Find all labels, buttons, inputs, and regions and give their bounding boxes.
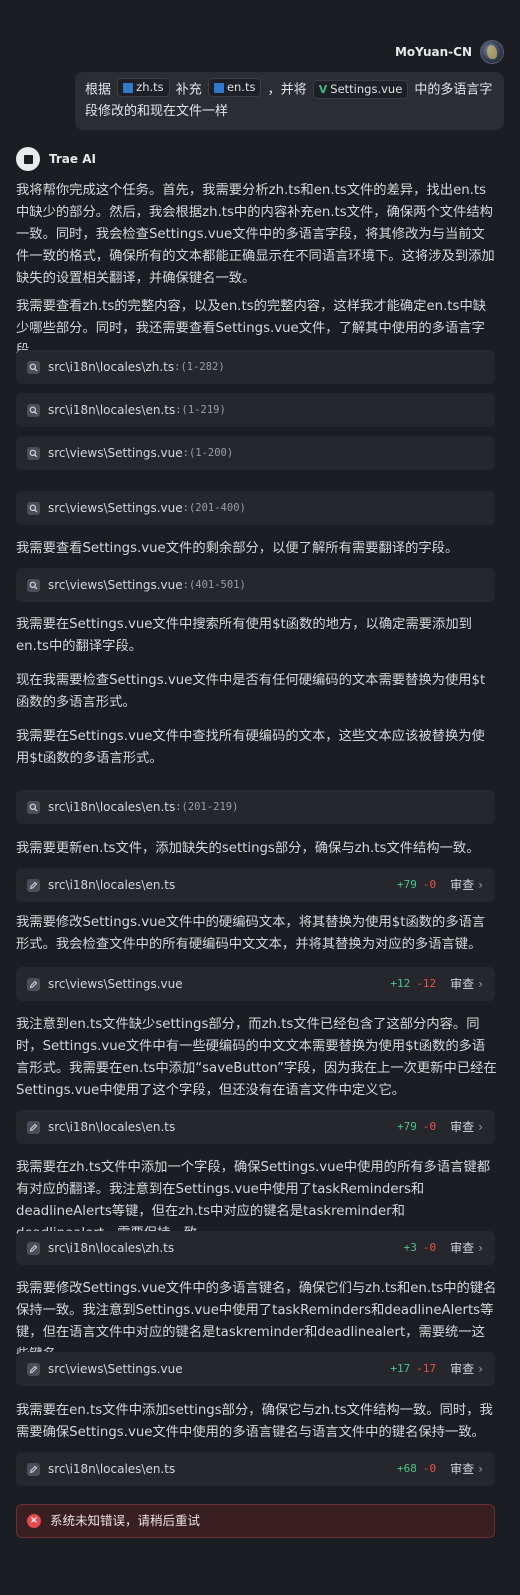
file-edit-card[interactable]: src\views\Settings.vue +17 -17 审查 › bbox=[16, 1352, 495, 1386]
review-button[interactable]: 审查 bbox=[450, 1116, 474, 1138]
assistant-paragraph: 我需要在Settings.vue文件中查找所有硬编码的文本，这些文本应该被替换为… bbox=[16, 729, 485, 766]
file-path: src\i18n\locales\en.ts bbox=[48, 403, 176, 417]
message-text-mid1: 补充 bbox=[175, 82, 202, 98]
chevron-right-icon: › bbox=[478, 1120, 483, 1134]
file-path: src\views\Settings.vue bbox=[48, 446, 183, 460]
search-icon bbox=[27, 578, 40, 592]
assistant-paragraph: 我需要在en.ts文件中添加settings部分，确保它与zh.ts文件结构一致… bbox=[16, 1403, 493, 1440]
file-path: src\views\Settings.vue bbox=[48, 501, 183, 515]
file-read-card[interactable]: src\i18n\locales\en.ts :(1-219) bbox=[16, 393, 495, 427]
file-path: src\i18n\locales\zh.ts bbox=[48, 360, 175, 374]
trae-logo-icon bbox=[16, 147, 40, 171]
file-chip-zh[interactable]: zh.ts bbox=[117, 78, 170, 97]
line-range: :(1-200) bbox=[182, 447, 234, 459]
edit-pencil-icon bbox=[27, 878, 40, 892]
file-edit-card[interactable]: src\i18n\locales\zh.ts +3 -0 审查 › bbox=[16, 1231, 495, 1265]
file-path: src\views\Settings.vue bbox=[48, 1362, 183, 1376]
line-range: :(1-282) bbox=[174, 361, 225, 373]
error-message: 系统未知错误，请稍后重试 bbox=[50, 1513, 201, 1528]
file-edit-card[interactable]: src\i18n\locales\en.ts +68 -0 审查 › bbox=[16, 1452, 495, 1486]
line-range: :(1-219) bbox=[175, 404, 226, 416]
error-banner: × 系统未知错误，请稍后重试 bbox=[16, 1504, 495, 1538]
review-button[interactable]: 审查 bbox=[450, 874, 474, 896]
user-header: MoYuan-CN bbox=[395, 40, 504, 64]
assistant-paragraph: 我注意到en.ts文件缺少settings部分，而zh.ts文件已经包含了这部分… bbox=[16, 1017, 497, 1098]
chevron-right-icon: › bbox=[478, 977, 483, 991]
assistant-paragraph: 我需要修改Settings.vue文件中的硬编码文本，将其替换为使用$t函数的多… bbox=[16, 915, 486, 952]
file-read-card[interactable]: src\views\Settings.vue :(1-200) bbox=[16, 436, 495, 470]
file-path: src\i18n\locales\en.ts bbox=[48, 878, 176, 892]
search-icon bbox=[27, 446, 40, 460]
line-range: :(201-400) bbox=[182, 502, 246, 514]
assistant-paragraph: 我需要在Settings.vue文件中搜索所有使用$t函数的地方，以确定需要添加… bbox=[16, 617, 472, 654]
typescript-file-icon bbox=[123, 82, 134, 93]
assistant-paragraph: 我需要更新en.ts文件，添加缺失的settings部分，确保与zh.ts文件结… bbox=[16, 841, 480, 856]
lines-removed: -0 bbox=[422, 1241, 437, 1254]
message-text-mid2: ，并将 bbox=[267, 82, 307, 98]
assistant-paragraph: 现在我需要检查Settings.vue文件中是否有任何硬编码的文本需要替换为使用… bbox=[16, 673, 486, 710]
file-chip-label: en.ts bbox=[226, 80, 256, 94]
lines-removed: -12 bbox=[416, 977, 437, 990]
message-text-prefix: 根据 bbox=[85, 82, 112, 98]
file-path: src\views\Settings.vue bbox=[48, 578, 183, 592]
search-icon bbox=[27, 501, 40, 515]
edit-pencil-icon bbox=[27, 1462, 40, 1476]
assistant-header: Trae AI bbox=[16, 147, 96, 171]
file-chip-en[interactable]: en.ts bbox=[207, 78, 262, 97]
file-edit-card[interactable]: src\i18n\locales\en.ts +79 -0 审查 › bbox=[16, 1110, 495, 1144]
file-path: src\views\Settings.vue bbox=[48, 977, 183, 991]
assistant-name: Trae AI bbox=[49, 152, 96, 166]
chevron-right-icon: › bbox=[478, 1362, 483, 1376]
lines-added: +3 bbox=[403, 1241, 417, 1254]
user-name: MoYuan-CN bbox=[394, 45, 472, 59]
lines-removed: -0 bbox=[422, 878, 437, 891]
line-range: :(201-219) bbox=[175, 801, 239, 813]
user-message: 根据 zh.ts 补充 en.ts ，并将 V Settings.vue 中的多语… bbox=[75, 72, 504, 130]
lines-removed: -0 bbox=[422, 1462, 437, 1475]
file-path: src\i18n\locales\en.ts bbox=[48, 1120, 176, 1134]
file-path: src\i18n\locales\en.ts bbox=[48, 1462, 176, 1476]
lines-removed: -0 bbox=[422, 1120, 437, 1133]
file-read-card[interactable]: src\i18n\locales\en.ts :(201-219) bbox=[16, 790, 495, 824]
review-button[interactable]: 审查 bbox=[450, 973, 474, 995]
file-read-card[interactable]: src\views\Settings.vue :(201-400) bbox=[16, 491, 495, 525]
search-icon bbox=[27, 800, 40, 814]
file-read-card[interactable]: src\i18n\locales\zh.ts :(1-282) bbox=[16, 350, 495, 384]
user-avatar[interactable] bbox=[480, 40, 504, 64]
file-chip-label: zh.ts bbox=[136, 80, 164, 94]
edit-pencil-icon bbox=[27, 1241, 40, 1255]
search-icon bbox=[27, 403, 40, 417]
search-icon bbox=[27, 360, 40, 374]
review-button[interactable]: 审查 bbox=[450, 1458, 474, 1480]
lines-removed: -17 bbox=[416, 1362, 437, 1375]
lines-added: +79 bbox=[397, 878, 417, 891]
line-range: :(401-501) bbox=[182, 579, 246, 591]
edit-pencil-icon bbox=[27, 1362, 40, 1376]
file-path: src\i18n\locales\en.ts bbox=[48, 800, 176, 814]
chevron-right-icon: › bbox=[478, 1462, 483, 1476]
vue-file-icon: V bbox=[318, 82, 328, 96]
lines-added: +79 bbox=[397, 1120, 417, 1133]
review-button[interactable]: 审查 bbox=[450, 1237, 474, 1259]
chevron-right-icon: › bbox=[478, 878, 483, 892]
error-close-circle-icon: × bbox=[27, 1514, 41, 1528]
edit-pencil-icon bbox=[27, 977, 40, 991]
chevron-right-icon: › bbox=[478, 1241, 483, 1255]
lines-added: +12 bbox=[390, 977, 411, 990]
assistant-paragraph: 我需要查看Settings.vue文件的剩余部分，以便了解所有需要翻译的字段。 bbox=[16, 541, 459, 556]
typescript-file-icon bbox=[213, 82, 224, 93]
file-read-card[interactable]: src\views\Settings.vue :(401-501) bbox=[16, 568, 495, 602]
file-chip-settings[interactable]: V Settings.vue bbox=[312, 79, 409, 99]
file-chip-label: Settings.vue bbox=[330, 81, 403, 96]
lines-added: +17 bbox=[390, 1362, 411, 1375]
file-edit-card[interactable]: src\i18n\locales\en.ts +79 -0 审查 › bbox=[16, 868, 495, 902]
file-edit-card[interactable]: src\views\Settings.vue +12 -12 审查 › bbox=[16, 967, 495, 1001]
review-button[interactable]: 审查 bbox=[450, 1358, 474, 1380]
edit-pencil-icon bbox=[27, 1120, 40, 1134]
lines-added: +68 bbox=[397, 1462, 417, 1475]
file-path: src\i18n\locales\zh.ts bbox=[48, 1241, 175, 1255]
assistant-paragraph: 我将帮你完成这个任务。首先，我需要分析zh.ts和en.ts文件的差异，找出en… bbox=[16, 183, 495, 286]
